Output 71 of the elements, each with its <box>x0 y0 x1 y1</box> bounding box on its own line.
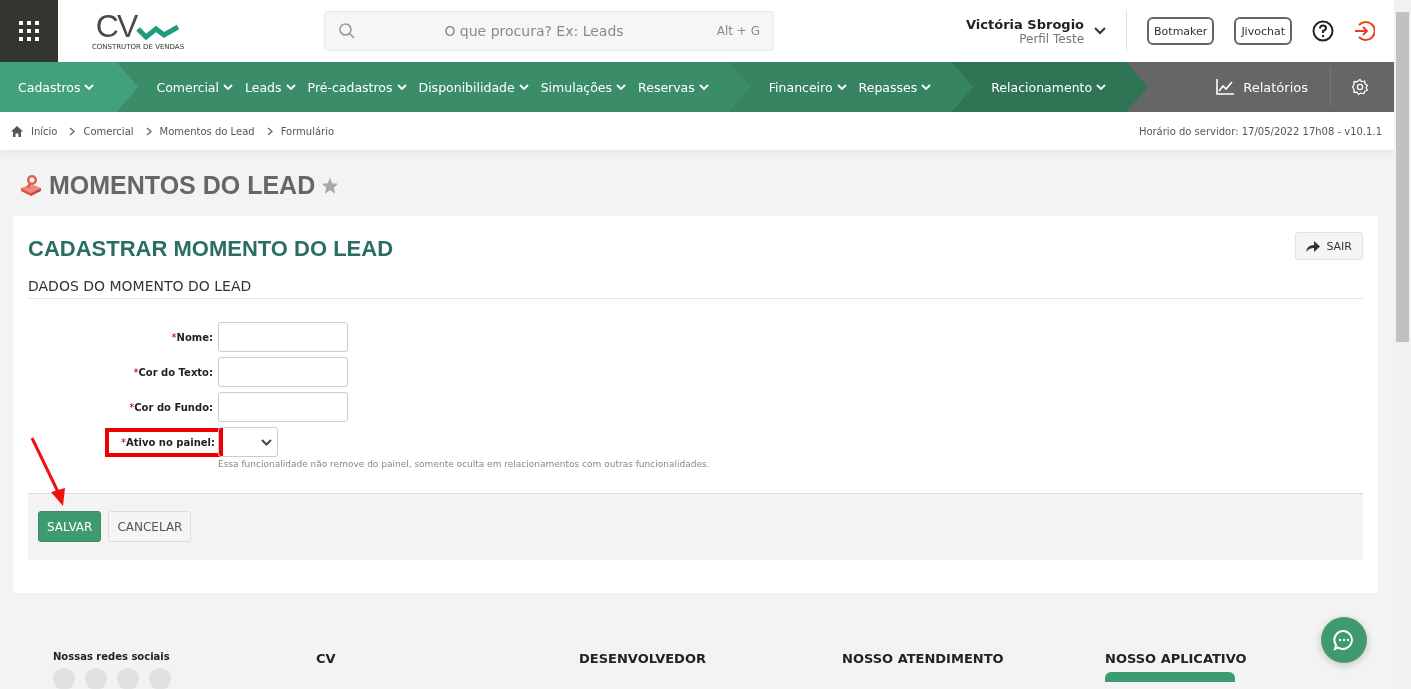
menu-item[interactable]: Cadastros <box>18 62 101 112</box>
field-hint: Essa funcionalidade não remove do painel, somente oculta em relacionamentos com outras funcionalidades. <box>218 459 710 469</box>
user-profile: Perfil Teste <box>1019 31 1085 46</box>
user-menu[interactable]: Victória Sbrogio Perfil Teste <box>966 16 1107 46</box>
chevron-down-icon <box>396 83 407 91</box>
menu-item[interactable]: Leads <box>239 62 302 112</box>
reports-link[interactable]: Relatórios <box>1210 78 1314 96</box>
joystick-icon <box>19 174 43 196</box>
chevron-right-icon <box>266 126 273 136</box>
field-label: *Ativo no painel: <box>105 427 223 457</box>
menu-item[interactable]: Financeiro <box>762 62 853 112</box>
chevron-down-icon <box>1094 27 1107 35</box>
apps-menu-button[interactable] <box>0 0 58 62</box>
menu-item[interactable]: Reservas <box>632 62 715 112</box>
breadcrumb-link[interactable]: Comercial <box>83 125 134 137</box>
menu-item[interactable]: Relacionamento <box>985 62 1113 112</box>
chevron-down-icon <box>921 83 932 91</box>
grid-icon <box>17 19 41 43</box>
text-field[interactable] <box>218 357 348 387</box>
field-label: *Nome: <box>171 330 214 345</box>
text-field[interactable] <box>218 392 348 422</box>
chevron-down-icon <box>285 83 296 91</box>
breadcrumb-link[interactable]: Formulário <box>280 125 335 137</box>
footer-heading: CV <box>316 651 337 666</box>
text-field[interactable] <box>218 322 348 352</box>
server-time: Horário do servidor: 17/05/2022 17h08 - v10.1.1 <box>1138 125 1382 137</box>
home-icon <box>11 125 23 137</box>
footer-heading: Nossas redes sociais <box>53 651 171 662</box>
share-arrow-icon <box>1306 240 1321 252</box>
save-button[interactable]: SALVAR <box>38 511 102 542</box>
chevron-right-icon <box>145 126 152 136</box>
breadcrumb-link[interactable]: Momentos do Lead <box>159 125 255 137</box>
field-label: *Cor do Fundo: <box>129 400 214 415</box>
chat-integration-button[interactable]: Botmaker <box>1147 17 1215 45</box>
cancel-button[interactable]: CANCELAR <box>108 511 192 542</box>
chevron-down-icon <box>84 83 95 91</box>
user-name: Victória Sbrogio <box>966 16 1085 32</box>
logout-icon[interactable] <box>1353 20 1375 42</box>
field-label: *Cor do Texto: <box>133 365 214 380</box>
menu-item[interactable]: Comercial <box>150 62 239 112</box>
chat-button[interactable] <box>1321 617 1367 663</box>
chevron-down-icon <box>261 438 272 446</box>
help-icon[interactable] <box>1312 20 1334 42</box>
footer-heading: DESENVOLVEDOR <box>579 651 707 666</box>
search-icon <box>338 22 356 40</box>
star-icon[interactable] <box>321 176 340 194</box>
chevron-down-icon <box>518 83 529 91</box>
menu-item[interactable]: Simulações <box>534 62 633 112</box>
footer-heading: NOSSO APLICATIVO <box>1105 651 1248 666</box>
page-title: MOMENTOS DO LEAD <box>49 170 316 200</box>
menu-item[interactable]: Pré-cadastros <box>301 62 413 112</box>
form-title: CADASTRAR MOMENTO DO LEAD <box>28 236 394 262</box>
exit-button[interactable]: SAIR <box>1295 232 1363 260</box>
breadcrumb-link[interactable]: Início <box>31 125 58 137</box>
menu-item[interactable]: Repasses <box>852 62 938 112</box>
chevron-right-icon <box>69 126 76 136</box>
settings-icon[interactable] <box>1351 78 1369 96</box>
chat-integration-button[interactable]: Jivochat <box>1234 17 1292 45</box>
footer-heading: NOSSO ATENDIMENTO <box>842 651 1005 666</box>
chevron-down-icon <box>1096 83 1107 91</box>
chevron-down-icon <box>836 83 847 91</box>
chevron-down-icon <box>616 83 627 91</box>
chat-bubble-icon <box>1332 628 1356 652</box>
chevron-down-icon <box>698 83 709 91</box>
menu-item[interactable]: Disponibilidade <box>412 62 535 112</box>
shortcut-hint: Alt + G <box>716 24 760 38</box>
chevron-down-icon <box>223 83 233 91</box>
select-field[interactable] <box>218 427 278 457</box>
line-chart-icon <box>1216 79 1235 95</box>
app-store-badge[interactable] <box>1105 672 1235 682</box>
section-title: DADOS DO MOMENTO DO LEAD <box>28 278 1363 299</box>
